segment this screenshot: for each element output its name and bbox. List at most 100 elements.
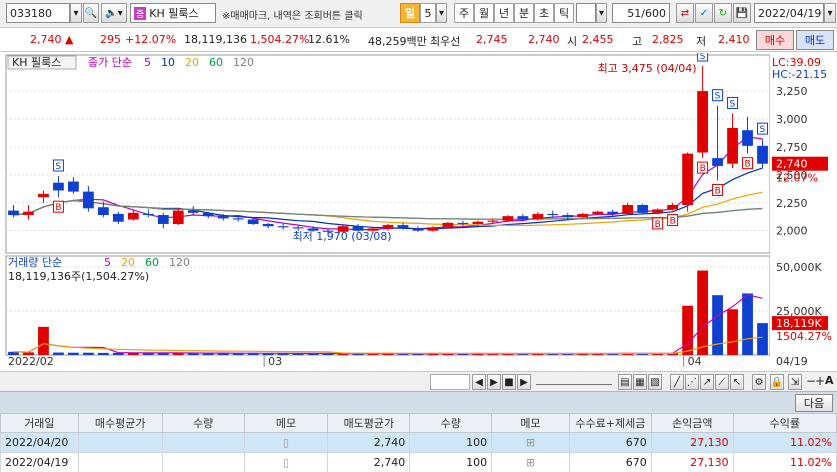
indicator-icon-1[interactable]: ▤ [618,374,632,390]
next-button[interactable]: 다음 [795,394,833,412]
search-icon[interactable]: 🔍 [83,3,99,23]
sell-marker-label: S [700,53,706,62]
period-day-button[interactable]: 일 [400,3,420,23]
font-size-icon[interactable]: A [825,374,835,390]
period-second-button[interactable]: 초 [534,3,554,23]
period-month-button[interactable]: 월 [474,3,494,23]
memo-icon[interactable]: ⊞ [526,436,535,449]
candle-body [23,211,34,216]
zoom-in-icon[interactable]: + [815,374,825,390]
lock-icon[interactable]: 🔒 [770,374,784,390]
line-tool-icon[interactable]: ╱ [670,374,684,390]
arrow-tool-icon[interactable]: ↖ [730,374,744,390]
tick-dropdown-icon[interactable]: ▾ [596,3,607,23]
col-buy-avg[interactable]: 매수평균가 [77,413,163,433]
stock-name-field[interactable]: 증 KH 필룩스 [130,3,216,23]
x-axis-label: 04 [688,355,702,368]
speaker-icon[interactable]: 🔈▾ [101,3,127,23]
memo-icon[interactable]: ▯ [283,436,289,449]
volume-legend-period: 20 [121,256,135,269]
chart-tool-icon[interactable]: ✓ [695,3,713,23]
buy-order-button[interactable]: 매수 [756,30,794,50]
sell-order-button[interactable]: 매도 [796,30,834,50]
chart-area[interactable]: 3,250 3,000 2,750 2,500 2,250 2,000 50,000K 25,… [0,49,837,369]
high-price: 2,825 [652,33,684,46]
settings-icon[interactable]: ⚙ [752,374,766,390]
indicator-icon-3[interactable]: ▧ [648,374,662,390]
candle-body [8,210,19,216]
sell-marker-label: S [760,125,766,135]
count-field[interactable]: 51/600 [612,3,670,23]
fib-tool-icon[interactable]: ⋰ [685,374,699,390]
period-minute-button[interactable]: 분 [514,3,534,23]
chart-navigation: ◀ ▶ ■ ▶ ▤ ▦ ▧ ╱ ⋰ ↗ ⟋ ↖ ⚙ 🔒 ⇲ − + A [0,371,837,391]
trade-amount: 48,259백만 [368,35,427,48]
indicator-icon-2[interactable]: ▦ [633,374,647,390]
period-week-button[interactable]: 주 [454,3,474,23]
candle-body [562,215,574,218]
col-sell-avg[interactable]: 매도평균가 [327,413,411,433]
candle-body [487,220,499,222]
turnover-rate: 12.61% [308,33,350,46]
period-dropdown-icon[interactable]: ▾ [436,3,447,23]
volume-legend-period: 120 [169,256,190,269]
period-number[interactable]: 5 [420,3,436,23]
col-buy-memo[interactable]: 메모 [243,413,329,433]
high-label: 고 [632,35,643,48]
zoom-icon[interactable]: ⇄ [676,3,694,23]
play-icon[interactable]: ▶ [487,374,501,390]
price-legend-period: 5 [144,56,151,69]
candle-body [712,158,723,166]
price-tick-label: 2,250 [776,197,808,210]
candle-body [532,213,544,220]
scroll-track[interactable] [430,374,470,390]
candle-body [82,191,94,209]
scroll-left-icon[interactable]: ◀ [472,374,486,390]
memo-icon[interactable]: ⊞ [526,456,535,469]
memo-icon[interactable]: ▯ [283,456,289,469]
volume-value: 18,119,136 [184,33,247,46]
trend-tool-icon[interactable]: ↗ [700,374,714,390]
volume-bar [68,352,79,355]
tick-value-field[interactable] [576,3,596,23]
save-icon[interactable]: 💾 [733,3,751,23]
col-trade-date[interactable]: 거래일 [0,413,79,433]
candle-body [97,207,109,216]
table-row[interactable]: 2022/04/20 ▯ 2,740 100 ⊞ 670 27,130 11.0… [0,432,837,453]
period-year-button[interactable]: 년 [494,3,514,23]
period-tick-button[interactable]: 틱 [554,3,574,23]
refresh-icon[interactable]: ↻ [714,3,732,23]
toolbar: 033180 ▾ 🔍 🔈▾ 증 KH 필룩스 ※매매마크, 내역은 조회버튼 클… [0,0,837,28]
expand-icon[interactable]: ⇲ [788,374,802,390]
stock-code-field[interactable]: 033180 [6,3,70,23]
candle-body [442,222,454,228]
volume-legend-label: 거래량 단순 [8,256,62,269]
candle-body [607,211,619,214]
best-ask-label: 최우선 [430,35,461,48]
col-buy-qty[interactable]: 수량 [161,413,245,433]
cell-fee: 670 [568,432,652,453]
scroll-right-icon[interactable]: ▶ [517,374,531,390]
stop-icon[interactable]: ■ [502,374,516,390]
price-volume-chart[interactable]: 3,2503,0002,7502,5002,2502,00050,000K25,… [0,49,837,369]
col-return[interactable]: 수익률 [732,413,837,433]
volume-bar [53,352,64,355]
code-dropdown-icon[interactable]: ▾ [70,3,82,23]
col-profit[interactable]: 손익금액 [650,413,734,433]
col-fee-tax[interactable]: 수수료+제세금 [568,413,652,433]
channel-tool-icon[interactable]: ⟋ [715,374,729,390]
open-price: 2,455 [582,33,614,46]
col-sell-memo[interactable]: 메모 [491,413,570,433]
date-dropdown-icon[interactable]: ▾ [824,3,836,23]
candle-body [637,205,649,213]
date-field[interactable]: 2022/04/19 [754,3,824,23]
last-price-pct: 12.07% [776,172,818,185]
table-row[interactable]: 2022/04/19 ▯ 2,740 100 ⊞ 670 27,130 11.0… [0,452,837,472]
date-value: 2022/04/19 [758,6,822,20]
cell-buy-avg [77,452,163,472]
cell-profit: 27,130 [650,432,734,453]
zoom-slider[interactable] [536,375,612,385]
candle-body [397,225,409,229]
col-sell-qty[interactable]: 수량 [409,413,493,433]
candle-body [652,209,664,213]
